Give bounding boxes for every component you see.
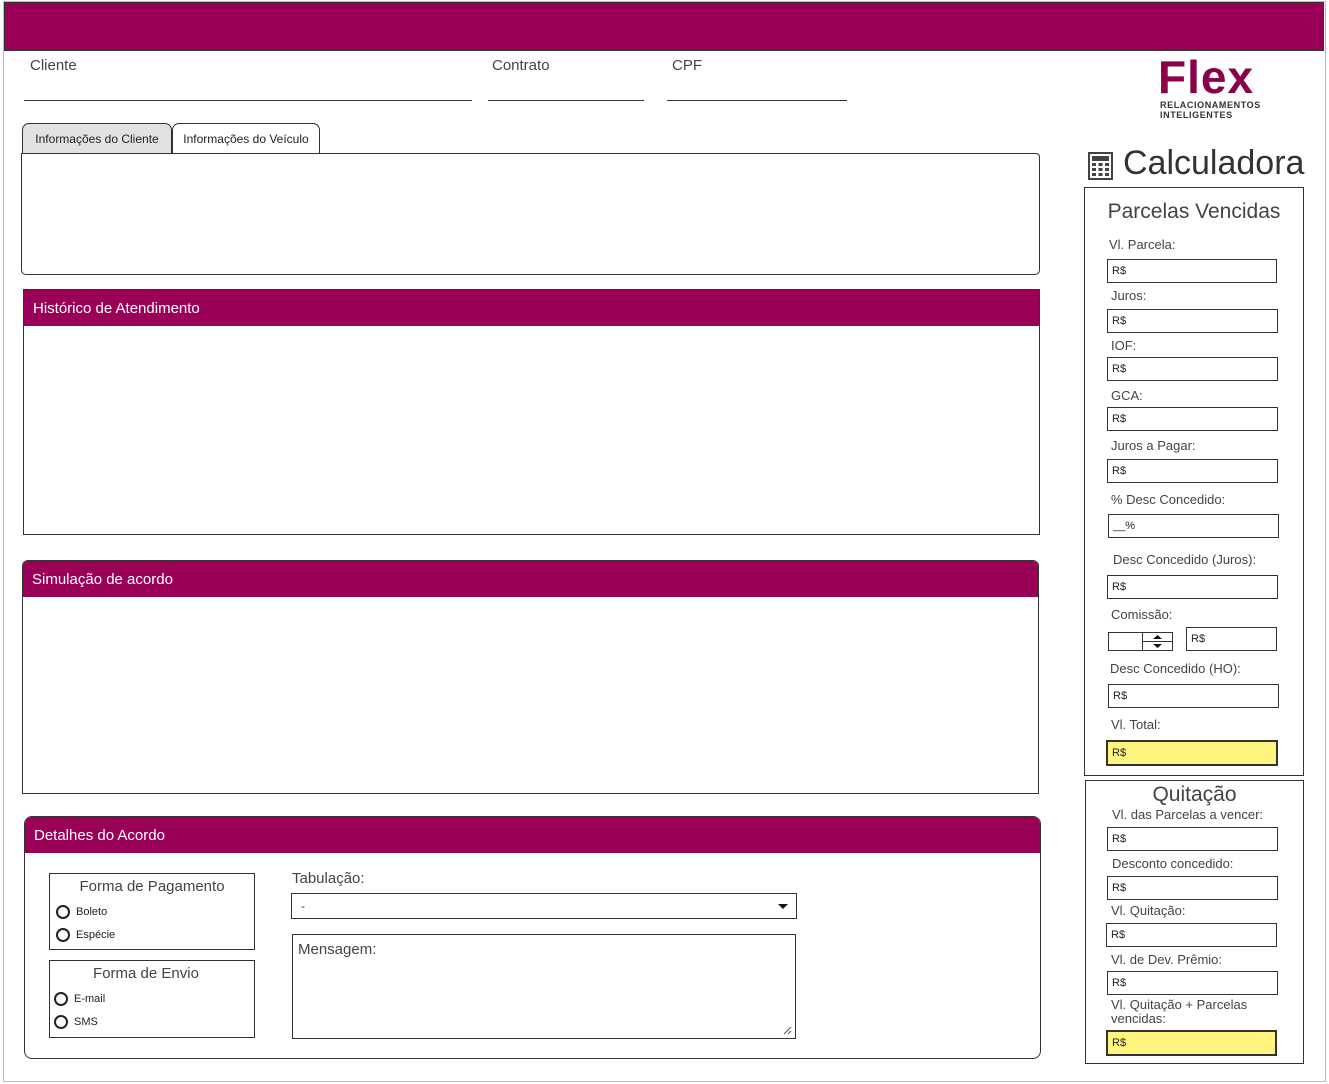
vl-dev-premio-input[interactable]: R$ (1107, 971, 1278, 995)
tab-informacoes-veiculo[interactable]: Informações do Veículo (172, 123, 320, 154)
historico-panel: Histórico de Atendimento (23, 289, 1040, 535)
comissao-stepper[interactable] (1108, 632, 1173, 651)
simulacao-header: Simulação de acordo (23, 561, 1038, 597)
parcelas-vencidas-title: Parcelas Vencidas (1107, 200, 1281, 223)
flex-logo: Flex RELACIONAMENTOS INTELIGENTES (1158, 51, 1304, 120)
gca-label: GCA: (1111, 388, 1143, 403)
resize-grip-icon[interactable] (783, 1026, 792, 1035)
vl-dev-premio-label: Vl. de Dev. Prêmio: (1111, 952, 1223, 967)
historico-title: Histórico de Atendimento (33, 299, 200, 317)
iof-label: IOF: (1111, 338, 1137, 353)
vl-total-input[interactable]: R$ (1106, 740, 1278, 766)
comissao-label: Comissão: (1111, 607, 1173, 622)
tab-informacoes-cliente[interactable]: Informações do Cliente (22, 123, 172, 154)
radio-circle-icon[interactable] (56, 905, 70, 919)
tabulacao-value: - (301, 899, 305, 913)
cpf-field[interactable] (667, 100, 847, 101)
gca-input[interactable]: R$ (1107, 407, 1278, 431)
desc-concedido-juros-label: Desc Concedido (Juros): (1113, 552, 1257, 567)
logo-tagline: RELACIONAMENTOS INTELIGENTES (1160, 100, 1261, 120)
detalhes-header: Detalhes do Acordo (25, 817, 1040, 853)
radio-circle-icon[interactable] (54, 1015, 68, 1029)
pct-desc-concedido-label: % Desc Concedido: (1111, 492, 1226, 507)
top-bar (4, 2, 1324, 51)
contrato-field[interactable] (488, 100, 644, 101)
iof-input[interactable]: R$ (1107, 357, 1278, 381)
tab-label: Informações do Veículo (183, 132, 309, 146)
radio-sms[interactable]: SMS (54, 1015, 98, 1029)
calculadora-title: Calculadora (1123, 144, 1305, 182)
vl-parcelas-a-vencer-input[interactable]: R$ (1107, 827, 1278, 851)
mensagem-placeholder: Mensagem: (298, 941, 377, 958)
desconto-concedido-label: Desconto concedido: (1112, 856, 1234, 871)
desc-concedido-ho-input[interactable]: R$ (1108, 684, 1279, 708)
logo-wordmark: Flex (1158, 51, 1255, 103)
radio-boleto[interactable]: Boleto (56, 905, 107, 919)
radio-circle-icon[interactable] (56, 928, 70, 942)
radio-label: SMS (74, 1016, 98, 1028)
vl-parcelas-a-vencer-label: Vl. das Parcelas a vencer: (1112, 807, 1264, 822)
pct-desc-concedido-input[interactable]: __% (1108, 514, 1279, 538)
quitacao-title: Quitação (1152, 783, 1237, 806)
radio-circle-icon[interactable] (54, 992, 68, 1006)
vl-total-label: Vl. Total: (1111, 717, 1161, 732)
cpf-label: CPF (672, 57, 702, 74)
forma-envio-title: Forma de Envio (93, 965, 199, 982)
comissao-input[interactable]: R$ (1186, 627, 1277, 651)
tab-label: Informações do Cliente (35, 132, 159, 146)
juros-a-pagar-label: Juros a Pagar: (1111, 438, 1196, 453)
vl-quitacao-label: Vl. Quitação: (1111, 903, 1186, 918)
contrato-label: Contrato (492, 57, 550, 74)
simulacao-panel: Simulação de acordo (22, 560, 1039, 794)
tabulacao-select[interactable]: - (291, 893, 797, 919)
radio-label: E-mail (74, 993, 106, 1005)
cliente-label: Cliente (30, 57, 77, 74)
cliente-field[interactable] (24, 100, 472, 101)
radio-especie[interactable]: Espécie (56, 928, 115, 942)
mensagem-textarea[interactable]: Mensagem: (292, 934, 796, 1039)
stepper-arrows-icon[interactable] (1143, 633, 1173, 650)
desc-concedido-juros-input[interactable]: R$ (1107, 575, 1278, 599)
vl-parcela-input[interactable]: R$ (1107, 259, 1277, 283)
simulacao-title: Simulação de acordo (32, 570, 173, 588)
historico-header: Histórico de Atendimento (24, 290, 1039, 326)
detalhes-title: Detalhes do Acordo (34, 826, 165, 844)
forma-pagamento-title: Forma de Pagamento (79, 878, 225, 895)
juros-a-pagar-input[interactable]: R$ (1107, 459, 1278, 483)
tabulacao-label: Tabulação: (292, 870, 365, 887)
vl-quitacao-parcelas-input[interactable]: R$ (1106, 1030, 1277, 1056)
vl-quitacao-input[interactable]: R$ (1106, 923, 1277, 947)
stepper-buttons[interactable] (1142, 633, 1173, 650)
tab-panel (21, 153, 1040, 275)
juros-input[interactable]: R$ (1107, 309, 1278, 333)
radio-label: Boleto (76, 906, 108, 918)
juros-label: Juros: (1111, 288, 1147, 303)
desconto-concedido-input[interactable]: R$ (1107, 876, 1278, 900)
vl-quitacao-parcelas-label: Vl. Quitação + Parcelas vencidas: (1111, 997, 1248, 1026)
desc-concedido-ho-label: Desc Concedido (HO): (1110, 661, 1241, 676)
chevron-down-icon (778, 904, 788, 909)
vl-parcela-label: Vl. Parcela: (1109, 237, 1176, 252)
calculator-icon (1088, 152, 1113, 180)
radio-label: Espécie (76, 929, 116, 941)
radio-email[interactable]: E-mail (54, 992, 105, 1006)
